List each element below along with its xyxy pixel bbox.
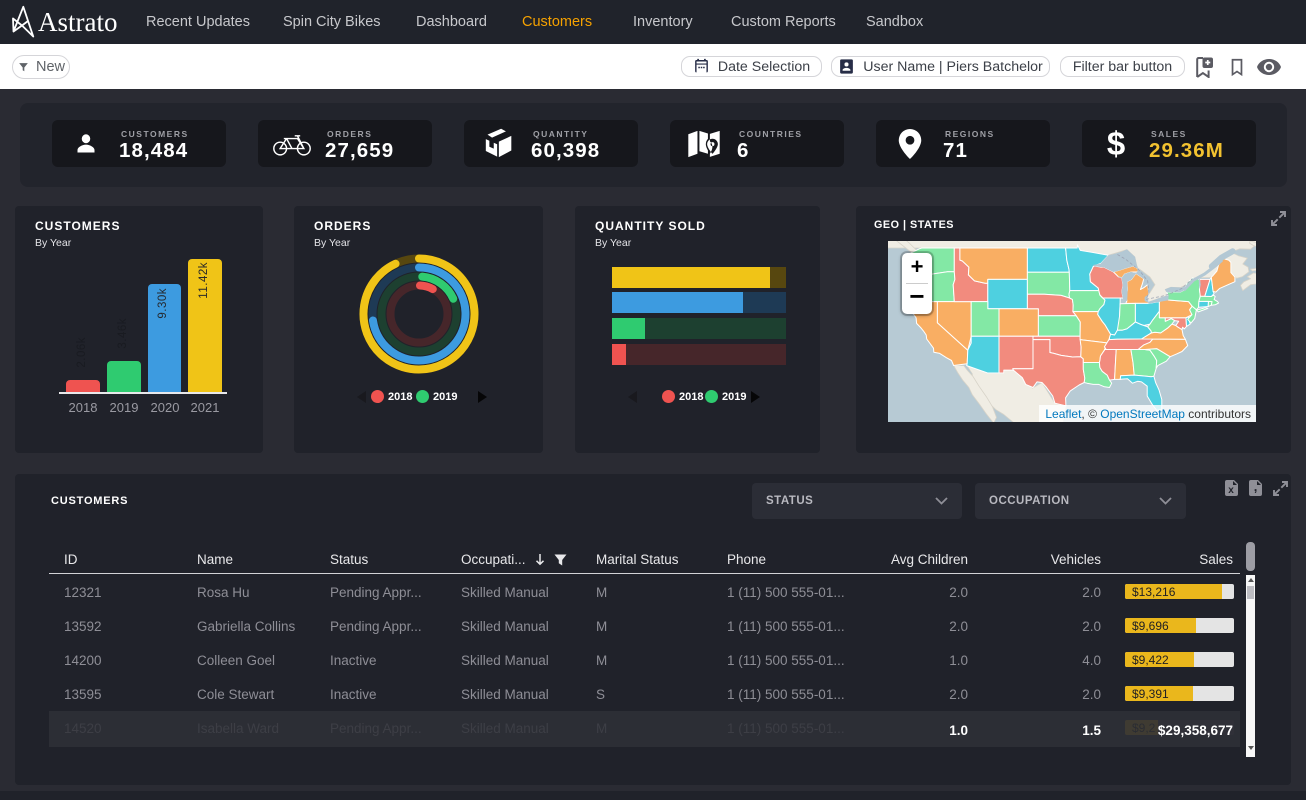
svg-text:,: , bbox=[1254, 480, 1258, 494]
svg-text:x: x bbox=[1228, 485, 1234, 496]
